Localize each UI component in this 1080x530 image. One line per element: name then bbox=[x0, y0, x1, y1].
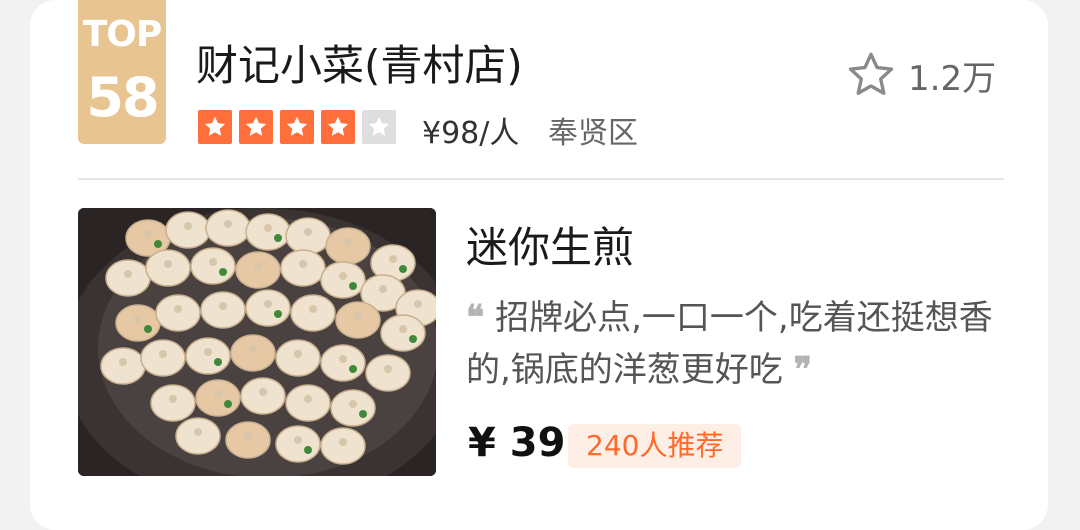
star-empty-icon bbox=[362, 110, 396, 144]
favorite-button[interactable]: 1.2万 bbox=[844, 48, 996, 102]
star-filled-icon bbox=[239, 110, 273, 144]
quote-close-icon: ❞ bbox=[793, 350, 812, 390]
star-filled-icon bbox=[198, 110, 232, 144]
star-filled-icon bbox=[321, 110, 355, 144]
shop-name[interactable]: 财记小菜(青村店) bbox=[196, 32, 523, 93]
rating-stars bbox=[198, 110, 403, 144]
dish-photo[interactable] bbox=[78, 208, 436, 476]
rank-badge: TOP 58 bbox=[78, 0, 166, 144]
star-outline-icon bbox=[848, 52, 894, 95]
review-text: 招牌必点,一口一个,吃着还挺想香的,锅底的洋葱更好吃 bbox=[466, 298, 993, 390]
dish-review: ❝ 招牌必点,一口一个,吃着还挺想香的,锅底的洋葱更好吃 ❞ bbox=[466, 292, 1006, 396]
price-per-person: ¥98/人 bbox=[422, 116, 520, 151]
dish-price: ¥ 39 bbox=[468, 420, 566, 466]
rank-number: 58 bbox=[86, 66, 159, 129]
quote-open-icon: ❝ bbox=[466, 298, 485, 338]
favorite-count: 1.2万 bbox=[908, 58, 997, 99]
recommend-tag: 240人推荐 bbox=[568, 424, 742, 468]
dumplings-photo bbox=[78, 208, 436, 476]
district-label: 奉贤区 bbox=[548, 116, 638, 151]
rank-label: TOP bbox=[82, 14, 163, 55]
dish-name[interactable]: 迷你生煎 bbox=[466, 214, 634, 275]
divider bbox=[78, 178, 1004, 180]
star-filled-icon bbox=[280, 110, 314, 144]
